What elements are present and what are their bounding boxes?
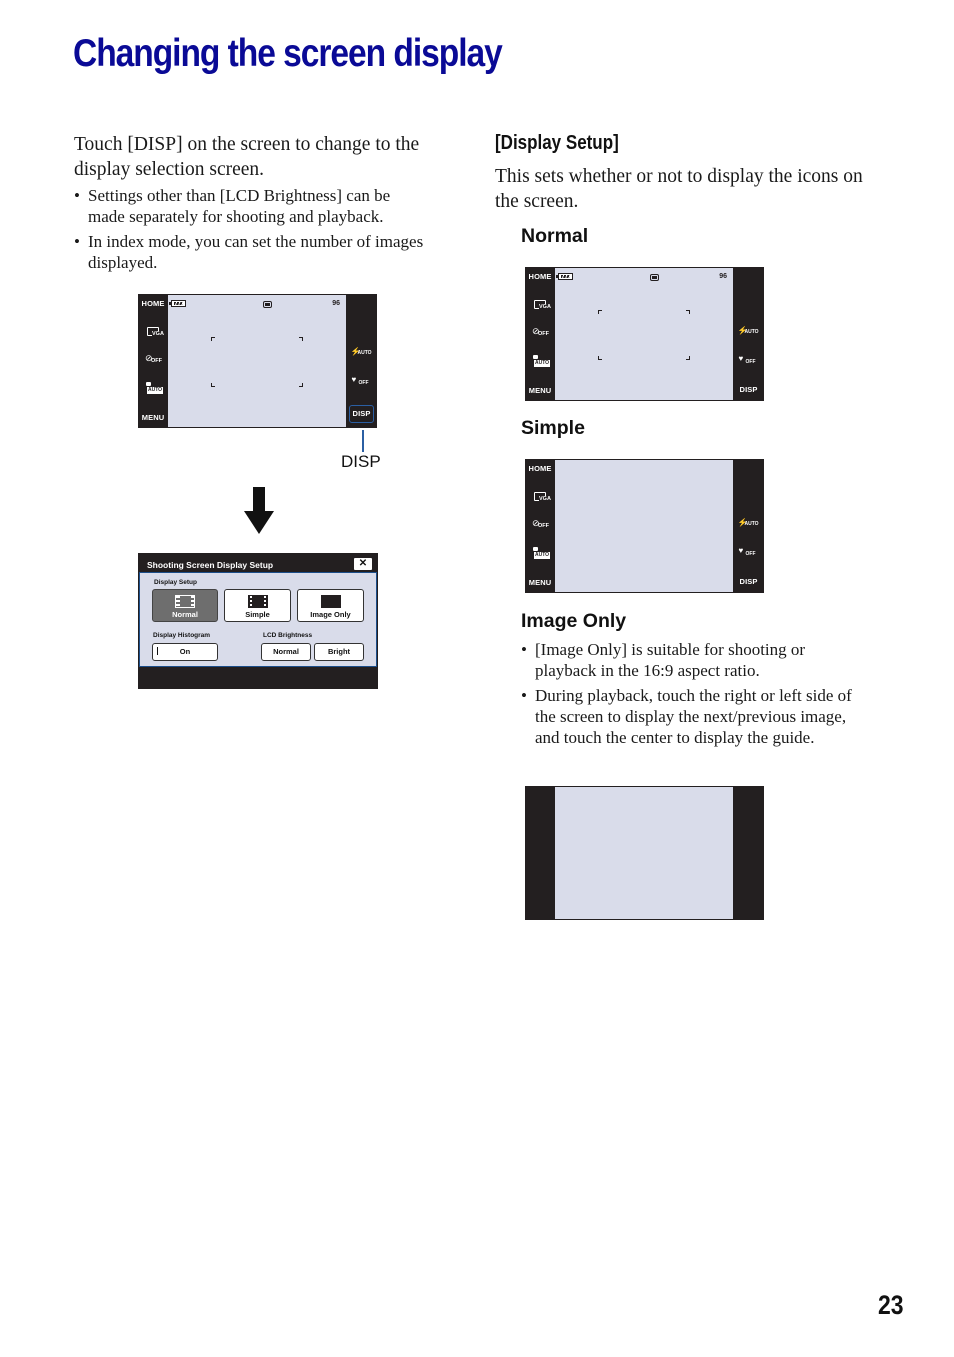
bullet-item: In index mode, you can set the number of…	[74, 231, 424, 273]
callout-line	[362, 430, 364, 452]
camera-screen-image-only	[525, 786, 764, 920]
home-button[interactable]: HOME	[142, 299, 165, 309]
option-image-only[interactable]: Image Only	[297, 589, 364, 622]
camera-screen-normal: 96 HOME MENU DISP	[525, 267, 764, 401]
menu-button[interactable]: MENU	[142, 413, 164, 423]
af-frame-corner	[598, 356, 602, 360]
af-frame-corner	[686, 356, 690, 360]
option-label: Image Only	[310, 610, 351, 619]
left-button-bar: HOME MENU	[138, 294, 168, 428]
af-frame-corner	[598, 310, 602, 314]
battery-icon	[169, 300, 186, 307]
down-arrow-icon	[244, 487, 274, 534]
camera-screen-simple: HOME MENU DISP	[525, 459, 764, 593]
flash-auto-icon[interactable]	[738, 518, 759, 530]
scene-auto-icon[interactable]	[532, 546, 551, 560]
page-number: 23	[878, 1290, 904, 1320]
lcd-viewfinder	[555, 787, 733, 919]
lcd-normal-button[interactable]: Normal	[261, 643, 311, 661]
self-timer-icon[interactable]	[145, 353, 162, 366]
home-button[interactable]: HOME	[529, 272, 552, 282]
option-label: Normal	[172, 610, 198, 619]
lcd-brightness-label: LCD Brightness	[263, 632, 313, 639]
display-setup-label: Display Setup	[154, 579, 197, 586]
lcd-viewfinder: 96	[555, 268, 733, 400]
bullet-item: During playback, touch the right or left…	[521, 685, 866, 748]
close-button[interactable]: ✕	[354, 558, 372, 570]
af-frame-corner	[211, 383, 215, 387]
section-title: [Display Setup]	[495, 132, 619, 154]
bullet-item: [Image Only] is suitable for shooting or…	[521, 639, 866, 681]
scene-auto-icon[interactable]	[145, 381, 164, 395]
dialog-title: Shooting Screen Display Setup	[147, 560, 274, 570]
macro-off-icon[interactable]	[739, 546, 757, 559]
section-text: This sets whether or not to display the …	[495, 166, 863, 212]
shots-remaining: 96	[719, 273, 727, 280]
disp-button[interactable]: DISP	[740, 385, 758, 395]
image-only-bullets: [Image Only] is suitable for shooting or…	[521, 639, 866, 752]
af-frame-corner	[299, 337, 303, 341]
shots-remaining: 96	[332, 300, 340, 307]
display-histogram-label: Display Histogram	[153, 632, 211, 639]
histogram-value: On	[179, 647, 191, 656]
camera-screen-shooting: 96 HOME MENU DISP	[138, 294, 377, 428]
display-setup-dialog: Shooting Screen Display Setup ✕ Display …	[138, 553, 378, 689]
disp-button[interactable]: DISP	[740, 577, 758, 587]
memory-card-icon	[263, 301, 272, 308]
macro-off-icon[interactable]	[352, 375, 370, 388]
toggle-indicator	[157, 647, 158, 655]
left-button-bar: HOME MENU	[525, 267, 555, 401]
disp-callout-label: DISP	[341, 452, 381, 471]
option-simple[interactable]: Simple	[224, 589, 291, 622]
scene-auto-icon[interactable]	[532, 354, 551, 368]
histogram-toggle[interactable]: On	[152, 643, 218, 661]
normal-layout-icon	[175, 595, 195, 608]
af-frame-corner	[299, 383, 303, 387]
macro-off-icon[interactable]	[739, 354, 757, 367]
bullet-item: Settings other than [LCD Brightness] can…	[74, 185, 424, 227]
dialog-body: Display Setup Normal Simple Image Only D…	[139, 572, 377, 667]
menu-button[interactable]: MENU	[529, 386, 551, 396]
intro-bullets: Settings other than [LCD Brightness] can…	[74, 185, 424, 277]
disp-button[interactable]: DISP	[348, 405, 375, 423]
right-button-bar: DISP	[733, 267, 764, 401]
simple-layout-icon	[247, 595, 268, 608]
self-timer-icon[interactable]	[532, 326, 549, 339]
af-frame-corner	[211, 337, 215, 341]
image-only-heading: Image Only	[521, 610, 627, 632]
normal-heading: Normal	[521, 225, 589, 247]
image-size-icon[interactable]	[147, 327, 164, 338]
image-only-layout-icon	[320, 595, 341, 608]
option-label: Simple	[245, 610, 270, 619]
right-button-bar: DISP	[733, 459, 764, 593]
flash-auto-icon[interactable]	[738, 326, 759, 338]
left-button-bar: HOME MENU	[525, 459, 555, 593]
page-title: Changing the screen display	[73, 32, 503, 75]
af-frame-corner	[686, 310, 690, 314]
menu-button[interactable]: MENU	[529, 578, 551, 588]
home-button[interactable]: HOME	[529, 464, 552, 474]
memory-card-icon	[650, 274, 659, 281]
right-button-bar: DISP	[346, 294, 377, 428]
image-size-icon[interactable]	[534, 300, 551, 311]
flash-auto-icon[interactable]	[351, 347, 372, 359]
lcd-viewfinder	[555, 460, 733, 592]
self-timer-icon[interactable]	[532, 518, 549, 531]
image-size-icon[interactable]	[534, 492, 551, 503]
simple-heading: Simple	[521, 417, 585, 439]
battery-icon	[556, 273, 573, 280]
lcd-bright-button[interactable]: Bright	[314, 643, 364, 661]
option-normal[interactable]: Normal	[152, 589, 218, 622]
intro-text: Touch [DISP] on the screen to change to …	[74, 134, 420, 180]
lcd-viewfinder: 96	[168, 295, 346, 427]
